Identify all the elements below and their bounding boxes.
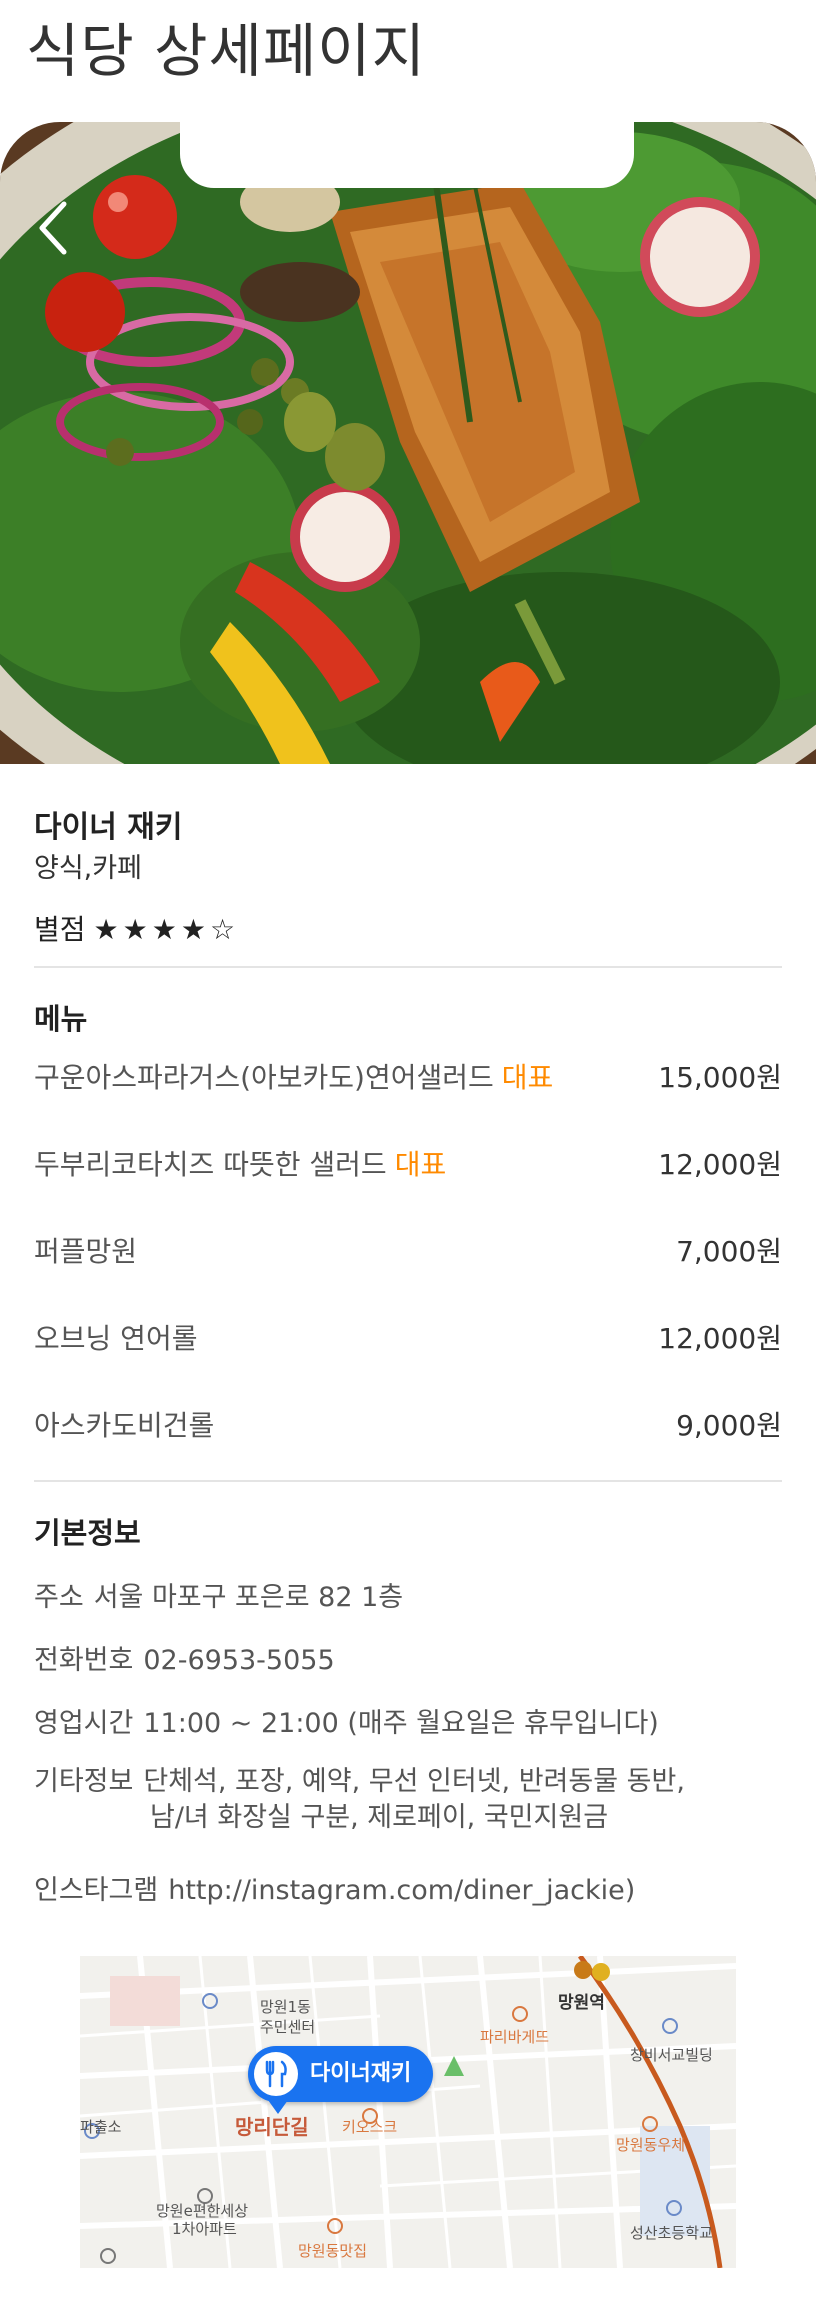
menu-item-name-wrap: 구운아스파라거스(아보카도)연어샐러드 대표	[34, 1056, 553, 1096]
map-label-school: 성산초등학교	[630, 2224, 713, 2242]
menu-item-name-wrap: 두부리코타치즈 따뜻한 샐러드 대표	[34, 1143, 446, 1183]
menu-title: 메뉴	[34, 1002, 88, 1036]
map-label-station: 망원역	[558, 1993, 605, 2013]
rating-stars: ★★★★☆	[93, 913, 240, 946]
menu-item-price: 7,000원	[676, 1235, 782, 1268]
address-line: 주소 서울 마포구 포은로 82 1층	[34, 1575, 403, 1614]
menu-item[interactable]: 아스카도비건롤 9,000원	[34, 1404, 782, 1444]
map-label-apartment-2: 1차아파트	[172, 2220, 237, 2238]
menu-item[interactable]: 오브닝 연어롤 12,000원	[34, 1317, 782, 1357]
menu-item[interactable]: 두부리코타치즈 따뜻한 샐러드 대표 12,000원	[34, 1143, 782, 1183]
instagram-line[interactable]: 인스타그램 http://instagram.com/diner_jackie)	[34, 1868, 635, 1907]
menu-item-name: 아스카도비건롤	[34, 1409, 215, 1442]
etc-value-line1: 단체석, 포장, 예약, 무선 인터넷, 반려동물 동반,	[143, 1766, 685, 1797]
etc-value-line2: 남/녀 화장실 구분, 제로페이, 국민지원금	[150, 1802, 609, 1833]
back-button[interactable]	[30, 198, 80, 258]
phone-value[interactable]: 02-6953-5055	[143, 1645, 334, 1676]
instagram-link[interactable]: http://instagram.com/diner_jackie)	[168, 1875, 635, 1906]
hours-line: 영업시간 11:00 ~ 21:00 (매주 월요일은 휴무입니다)	[34, 1701, 659, 1740]
menu-item-price: 12,000원	[658, 1322, 782, 1355]
menu-item-price: 12,000원	[658, 1148, 782, 1181]
hours-value: 11:00 ~ 21:00 (매주 월요일은 휴무입니다)	[143, 1708, 659, 1739]
location-map[interactable]: 망원1동 주민센터 파리바게뜨 망원역 창비서교빌딩 망리단길 키오스크 파출소…	[80, 1956, 736, 2268]
map-label-paris: 파리바게뜨	[480, 2028, 550, 2046]
divider	[34, 1480, 782, 1482]
map-label-mangwon1dong: 망원1동	[260, 1998, 311, 2016]
map-label-mangridangil: 망리단길	[235, 2115, 309, 2139]
chevron-left-icon	[39, 201, 67, 255]
menu-item[interactable]: 퍼플망원 7,000원	[34, 1230, 782, 1270]
map-label-food: 망원동맛집	[298, 2242, 368, 2260]
representative-badge: 대표	[501, 1061, 554, 1094]
restaurant-photo	[0, 122, 816, 764]
rating: 별점 ★★★★☆	[34, 908, 239, 948]
map-label-community: 주민센터	[260, 2018, 316, 2036]
menu-item-name: 퍼플망원	[34, 1235, 138, 1268]
rating-label: 별점	[34, 913, 86, 946]
etc-line: 기타정보 단체석, 포장, 예약, 무선 인터넷, 반려동물 동반, 남/녀 화장…	[34, 1764, 685, 1836]
map-pin-tail	[268, 2100, 288, 2114]
address-label: 주소	[34, 1582, 84, 1613]
address-value: 서울 마포구 포은로 82 1층	[93, 1582, 404, 1613]
map-label-police: 파출소	[80, 2118, 122, 2136]
image-notch	[180, 110, 634, 188]
menu-item-name: 구운아스파라거스(아보카도)연어샐러드	[34, 1061, 494, 1094]
map-label-changbi: 창비서교빌딩	[630, 2046, 713, 2064]
representative-badge: 대표	[394, 1148, 447, 1181]
restaurant-category: 양식,카페	[34, 853, 142, 884]
map-pin-label: 다이너재키	[310, 2061, 412, 2086]
restaurant-map-pin[interactable]: 다이너재키	[248, 2046, 434, 2114]
menu-item-price: 9,000원	[676, 1409, 782, 1442]
menu-item-price: 15,000원	[658, 1061, 782, 1094]
menu-item-name: 두부리코타치즈 따뜻한 샐러드	[34, 1148, 387, 1181]
map-label-kiosk: 키오스크	[342, 2118, 398, 2136]
phone-label: 전화번호	[34, 1645, 134, 1676]
hours-label: 영업시간	[34, 1708, 134, 1739]
menu-item-name: 오브닝 연어롤	[34, 1322, 198, 1355]
etc-label: 기타정보	[34, 1766, 134, 1797]
basic-info-title: 기본정보	[34, 1516, 141, 1550]
menu-item[interactable]: 구운아스파라거스(아보카도)연어샐러드 대표 15,000원	[34, 1056, 782, 1096]
instagram-label: 인스타그램	[34, 1875, 159, 1906]
divider	[34, 966, 782, 968]
restaurant-name: 다이너 재키	[34, 810, 183, 845]
map-label-post: 망원동우체	[616, 2136, 686, 2154]
page-title: 식당 상세페이지	[26, 17, 426, 85]
fork-knife-icon	[254, 2052, 298, 2096]
phone-line[interactable]: 전화번호 02-6953-5055	[34, 1638, 335, 1677]
